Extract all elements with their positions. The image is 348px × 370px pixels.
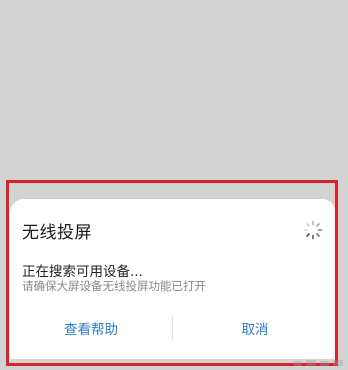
hint-text: 请确保大屏设备无线投屏功能已打开 [22, 279, 206, 293]
view-help-button[interactable]: 查看帮助 [10, 311, 172, 345]
button-divider [172, 316, 173, 340]
loading-spinner-icon [303, 220, 323, 240]
dialog-title: 无线投屏 [22, 223, 92, 243]
watermark-logo-icon [294, 360, 343, 366]
cancel-button[interactable]: 取消 [174, 311, 336, 345]
dialog-button-row: 查看帮助 取消 [10, 311, 336, 345]
dimmed-background: 无线投屏 正在搜索可用设备... 请确保大屏设备无线投屏功能已打开 查看帮助 取… [0, 0, 348, 370]
wireless-projection-dialog: 无线投屏 正在搜索可用设备... 请确保大屏设备无线投屏功能已打开 查看帮助 取… [10, 199, 336, 359]
searching-status-text: 正在搜索可用设备... [22, 264, 143, 280]
